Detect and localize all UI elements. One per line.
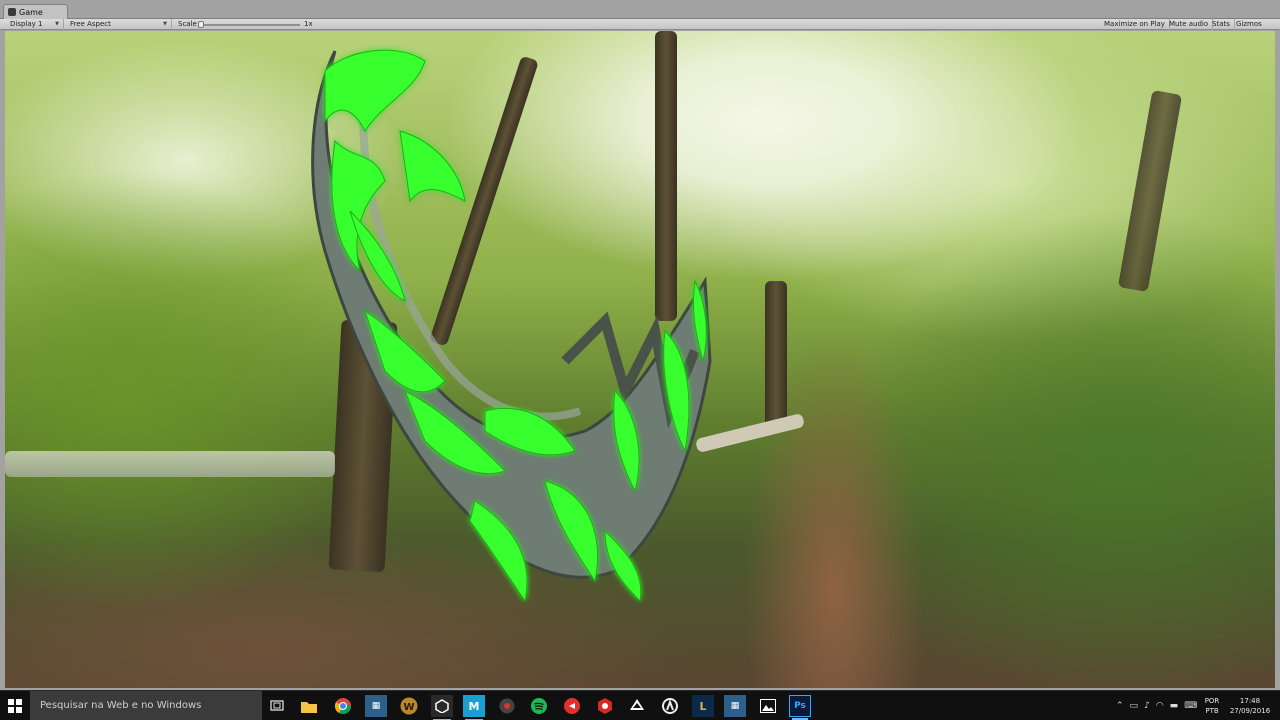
inkscape-button[interactable]	[626, 695, 648, 717]
photos-button[interactable]	[757, 695, 779, 717]
maximize-on-play-toggle[interactable]: Maximize on Play	[1100, 19, 1170, 30]
display-dropdown[interactable]: Display 1 ▼	[6, 19, 64, 30]
wow-icon: W	[400, 697, 418, 715]
tab-game-label: Game	[19, 7, 43, 17]
unity-icon	[435, 699, 449, 713]
language-code: POR	[1204, 697, 1220, 705]
overwatch-button[interactable]	[659, 695, 681, 717]
scale-value: 1x	[304, 20, 313, 28]
unity-game-window: Game Display 1 ▼ Free Aspect ▼ Scale 1x …	[0, 0, 1280, 690]
league-icon: L	[699, 699, 707, 713]
windows-logo-icon	[8, 699, 22, 713]
visual-studio-icon: ▦	[371, 701, 381, 711]
red-app-button-b[interactable]	[594, 695, 616, 717]
m-app-button[interactable]: M	[463, 695, 485, 720]
task-view-icon	[270, 700, 284, 711]
file-explorer-button[interactable]	[298, 695, 320, 717]
photos-icon	[760, 699, 776, 713]
start-button[interactable]	[0, 691, 30, 720]
spotify-icon	[531, 698, 547, 714]
folder-icon	[301, 701, 317, 713]
photoshop-button[interactable]: Ps	[789, 695, 811, 720]
clock-date: 27/09/2016	[1229, 707, 1271, 715]
clock-time: 17:48	[1239, 697, 1261, 705]
wifi-icon[interactable]: ◠	[1156, 701, 1164, 711]
display-dropdown-label: Display 1	[10, 20, 43, 28]
photoshop-icon: Ps	[794, 701, 806, 711]
keyboard-layout: PTB	[1205, 707, 1219, 715]
volume-icon[interactable]: ♪	[1144, 701, 1150, 711]
network-icon[interactable]: ▭	[1130, 701, 1139, 711]
game-viewport[interactable]	[5, 31, 1275, 688]
clock[interactable]: 17:48 27/09/2016	[1226, 696, 1274, 716]
game-view-icon	[8, 8, 16, 16]
m-app-icon: M	[468, 699, 480, 713]
visual-studio-button-b[interactable]: ▦	[724, 695, 746, 717]
chrome-icon	[335, 698, 351, 714]
aspect-dropdown[interactable]: Free Aspect ▼	[66, 19, 172, 30]
stats-toggle[interactable]: Stats	[1208, 19, 1235, 30]
red-app-icon	[598, 698, 612, 714]
task-view-button[interactable]	[266, 695, 288, 717]
search-input[interactable]: Pesquisar na Web e no Windows	[30, 691, 262, 720]
tab-strip: Game	[0, 0, 1280, 19]
language-indicator[interactable]: POR PTB	[1200, 696, 1224, 716]
inkscape-icon	[630, 699, 644, 710]
neon-blade-model	[311, 49, 712, 603]
visual-studio-icon: ▦	[730, 701, 740, 711]
overwatch-icon	[662, 698, 678, 714]
chevron-down-icon: ▼	[163, 21, 167, 27]
wow-button[interactable]: W	[398, 695, 420, 717]
scale-slider-thumb[interactable]	[198, 21, 204, 28]
tray-overflow-chevron-icon[interactable]: ⌃	[1116, 701, 1124, 711]
system-tray: ⌃ ▭ ♪ ◠ ▬ ⌨	[1116, 691, 1197, 720]
red-app-icon	[564, 698, 580, 714]
notification-icon[interactable]: ▬	[1170, 701, 1179, 711]
chevron-down-icon: ▼	[55, 21, 59, 27]
visual-studio-button-a[interactable]: ▦	[365, 695, 387, 717]
tab-game[interactable]: Game	[3, 4, 68, 19]
media-app-icon	[499, 698, 515, 714]
windows-taskbar: Pesquisar na Web e no Windows ▦ W M L ▦ …	[0, 690, 1280, 720]
scale-slider-track[interactable]	[200, 24, 300, 26]
game-toolbar: Display 1 ▼ Free Aspect ▼ Scale 1x Maxim…	[0, 19, 1280, 30]
chrome-button[interactable]	[332, 695, 354, 717]
mute-audio-toggle[interactable]: Mute audio	[1165, 19, 1214, 30]
svg-text:W: W	[403, 702, 414, 713]
aspect-dropdown-label: Free Aspect	[70, 20, 111, 28]
keyboard-icon[interactable]: ⌨	[1184, 701, 1197, 711]
scale-label: Scale	[178, 20, 197, 28]
spotify-button[interactable]	[528, 695, 550, 717]
red-app-button-a[interactable]	[561, 695, 583, 717]
media-app-button[interactable]	[496, 695, 518, 717]
league-button[interactable]: L	[692, 695, 714, 717]
gizmos-dropdown[interactable]: Gizmos	[1232, 19, 1266, 30]
unity-button[interactable]	[431, 695, 453, 720]
